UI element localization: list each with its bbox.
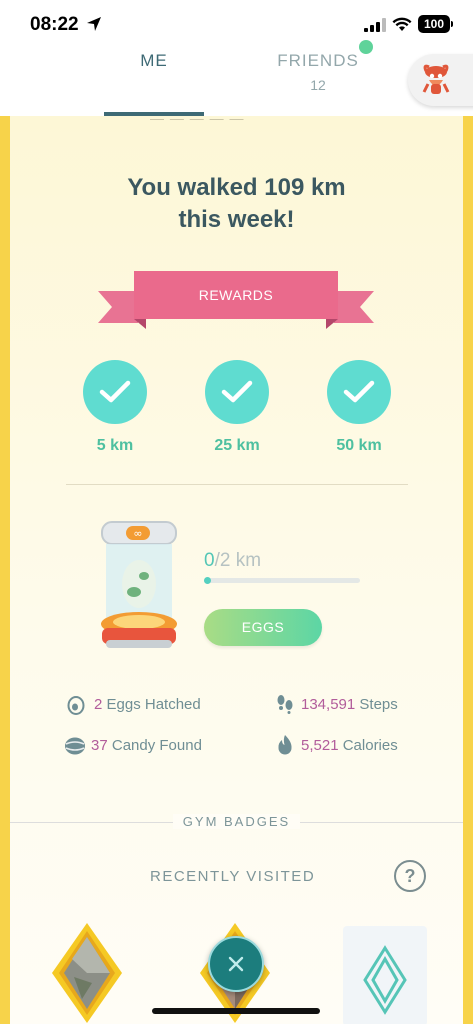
steps-count: 134,591 [301, 696, 356, 713]
tab-friends[interactable]: FRIENDS 12 [265, 40, 371, 116]
milestone-25km: 25 km [205, 360, 269, 455]
tab-friends-label: FRIENDS [277, 51, 359, 70]
milestone-check-circle [327, 360, 391, 424]
milestone-label: 25 km [214, 437, 260, 454]
notification-dot [359, 40, 373, 54]
candy-icon [65, 737, 85, 755]
cellular-signal-icon [364, 18, 386, 32]
friends-count: 12 [310, 77, 326, 93]
flame-icon [278, 735, 292, 755]
eggs-hatched-label: Eggs Hatched [102, 696, 201, 713]
close-button[interactable] [208, 936, 264, 992]
calories-stat: 5,521 Calories [301, 737, 398, 754]
calories-label: Calories [338, 737, 398, 754]
milestone-label: 50 km [336, 437, 382, 454]
milestone-check-circle [83, 360, 147, 424]
tab-me-label: ME [140, 51, 168, 70]
gym-badges-label: GYM BADGES [172, 814, 301, 829]
gym-badges-heading: GYM BADGES [10, 813, 463, 831]
milestone-label: 5 km [96, 437, 134, 454]
incubator-progress-bar [204, 577, 360, 584]
empty-gym-badge-icon [363, 945, 407, 1015]
milestone-check-circle [205, 360, 269, 424]
steps-stat: 134,591 Steps [301, 696, 398, 713]
incubator-icon[interactable]: ∞ [96, 518, 182, 654]
calories-count: 5,521 [301, 737, 339, 754]
headline-line1: You walked 109 km [127, 174, 346, 201]
buddy-avatar-icon [422, 64, 450, 94]
recently-visited-label: RECENTLY VISITED [150, 868, 316, 885]
checkmark-icon [343, 380, 375, 403]
rewards-label: REWARDS [198, 287, 274, 303]
svg-text:∞: ∞ [133, 527, 142, 540]
close-icon [228, 956, 244, 972]
location-arrow-icon [87, 17, 101, 31]
status-time: 08:22 [30, 14, 79, 35]
gym-badge-3[interactable] [343, 926, 427, 1024]
wifi-icon [392, 17, 412, 31]
tab-me[interactable]: ME [104, 40, 204, 116]
steps-label: Steps [355, 696, 398, 713]
scrolled-date-range-peek: — — — — — [150, 110, 245, 126]
footsteps-icon [277, 695, 293, 714]
candy-count: 37 [91, 737, 108, 754]
incubator-progress-text: 0/2 km [204, 550, 261, 572]
progress-current: 0 [204, 550, 215, 571]
home-indicator [152, 1008, 320, 1014]
progress-fill [204, 577, 211, 584]
milestone-5km: 5 km [83, 360, 147, 455]
battery-indicator: 100 [418, 15, 453, 33]
help-button[interactable]: ? [394, 860, 426, 892]
eggs-button[interactable]: EGGS [204, 609, 322, 646]
checkmark-icon [221, 380, 253, 403]
section-divider [66, 484, 408, 485]
weekly-distance-headline: You walked 109 km this week! [10, 172, 463, 236]
eggs-hatched-stat: 2 Eggs Hatched [94, 696, 201, 713]
candy-label: Candy Found [107, 737, 202, 754]
tab-bar: ME FRIENDS 12 [0, 40, 473, 116]
egg-icon [67, 696, 85, 715]
candy-found-stat: 37 Candy Found [91, 737, 202, 754]
buddy-button[interactable] [408, 54, 473, 106]
headline-line2: this week! [178, 206, 295, 233]
weekly-progress-card[interactable]: — — — — — You walked 109 km this week! R… [0, 110, 473, 1024]
checkmark-icon [99, 380, 131, 403]
milestone-50km: 50 km [327, 360, 391, 455]
gym-badge-1[interactable] [52, 923, 122, 1023]
progress-total: /2 km [214, 550, 262, 571]
